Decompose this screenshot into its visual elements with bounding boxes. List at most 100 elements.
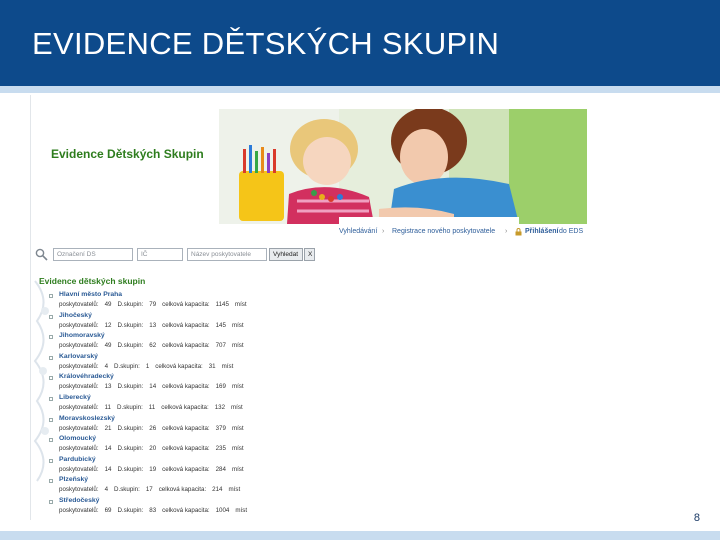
- providers-label: poskytovatelů:: [59, 465, 99, 473]
- nav-separator: ›: [382, 228, 385, 235]
- providers-value: 21: [104, 424, 112, 432]
- expand-icon[interactable]: [49, 479, 53, 484]
- search-button[interactable]: Vyhledat: [269, 248, 303, 261]
- provider-name-input[interactable]: Název poskytovatele: [187, 248, 267, 261]
- nav-search-link[interactable]: Vyhledávání: [339, 228, 377, 235]
- region-list: Hlavní město Praha poskytovatelů: 49 D.skup…: [41, 291, 301, 518]
- capacity-value: 214: [212, 486, 223, 494]
- groups-value: 11: [148, 403, 156, 411]
- expand-icon[interactable]: [49, 335, 53, 340]
- providers-value: 12: [104, 321, 112, 329]
- region-stats: poskytovatelů: 14 D.skupin: 20 celková kapac…: [59, 445, 250, 452]
- list-item: Plzeňský poskytovatelů: 4 D.skupin: 17 celkov…: [41, 476, 301, 497]
- capacity-unit: míst: [231, 321, 244, 329]
- providers-value: 14: [104, 445, 112, 453]
- capacity-label: celková kapacita:: [162, 342, 210, 350]
- capacity-unit: míst: [231, 424, 244, 432]
- list-item: Středočeský poskytovatelů: 69 D.skupin: 83 ce…: [41, 497, 301, 518]
- expand-icon[interactable]: [49, 314, 53, 319]
- providers-value: 13: [104, 383, 112, 391]
- region-name[interactable]: Středočeský: [59, 497, 99, 504]
- groups-label: D.skupin:: [117, 403, 143, 411]
- capacity-value: 145: [215, 321, 226, 329]
- expand-icon[interactable]: [49, 499, 53, 504]
- list-item: Liberecký poskytovatelů: 11 D.skupin: 11 celk…: [41, 394, 301, 415]
- ic-input[interactable]: IČ: [137, 248, 183, 261]
- groups-value: 62: [149, 342, 157, 350]
- region-stats: poskytovatelů: 21 D.skupin: 26 celková kapac…: [59, 425, 250, 432]
- region-name[interactable]: Liberecký: [59, 394, 91, 401]
- expand-icon[interactable]: [49, 417, 53, 422]
- groups-value: 1: [145, 362, 150, 370]
- capacity-value: 235: [215, 445, 226, 453]
- capacity-label: celková kapacita:: [162, 465, 210, 473]
- region-name[interactable]: Královéhradecký: [59, 373, 114, 380]
- banner-photo: [219, 109, 587, 224]
- region-stats: poskytovatelů: 49 D.skupin: 79 celková kapac…: [59, 301, 253, 308]
- list-item: Pardubický poskytovatelů: 14 D.skupin: 19 cel…: [41, 456, 301, 477]
- nav-login-suffix: do EDS: [559, 228, 584, 235]
- capacity-label: celková kapacita:: [155, 362, 203, 370]
- search-row: Označení DS IČ Název poskytovatele Vyhle…: [31, 246, 587, 262]
- providers-value: 14: [104, 465, 112, 473]
- groups-label: D.skupin:: [117, 465, 144, 473]
- region-name[interactable]: Moravskoslezský: [59, 415, 115, 422]
- capacity-unit: míst: [234, 301, 247, 308]
- providers-label: poskytovatelů:: [59, 383, 99, 391]
- capacity-label: celková kapacita:: [162, 321, 210, 329]
- list-item: Hlavní město Praha poskytovatelů: 49 D.skup…: [41, 291, 301, 312]
- capacity-label: celková kapacita:: [162, 445, 210, 453]
- groups-value: 83: [149, 506, 157, 514]
- expand-icon[interactable]: [49, 438, 53, 443]
- website-screenshot: Evidence Dětských Skupin Vyhledávání › R…: [30, 95, 587, 520]
- expand-icon[interactable]: [49, 355, 53, 360]
- capacity-value: 284: [215, 465, 226, 473]
- site-logo-title[interactable]: Evidence Dětských Skupin: [51, 147, 204, 161]
- list-item: Jihočeský poskytovatelů: 12 D.skupin: 13 celk…: [41, 312, 301, 333]
- providers-value: 4: [104, 362, 109, 370]
- capacity-label: celková kapacita:: [161, 403, 209, 411]
- region-name[interactable]: Karlovarský: [59, 353, 98, 360]
- groups-label: D.skupin:: [117, 506, 144, 514]
- capacity-unit: míst: [231, 383, 244, 391]
- list-item: Moravskoslezský poskytovatelů: 21 D.skupin:…: [41, 415, 301, 436]
- region-name[interactable]: Jihočeský: [59, 312, 92, 319]
- nav-separator: ›: [505, 228, 508, 235]
- groups-label: D.skupin:: [117, 321, 144, 329]
- ds-designation-input[interactable]: Označení DS: [53, 248, 133, 261]
- providers-value: 49: [104, 301, 112, 308]
- expand-icon[interactable]: [49, 458, 53, 463]
- capacity-unit: míst: [231, 445, 244, 453]
- search-icon[interactable]: [35, 248, 48, 261]
- region-name[interactable]: Hlavní město Praha: [59, 291, 122, 298]
- providers-label: poskytovatelů:: [59, 362, 99, 370]
- region-name[interactable]: Pardubický: [59, 456, 96, 463]
- capacity-unit: míst: [231, 342, 244, 350]
- region-stats: poskytovatelů: 13 D.skupin: 14 celková kapac…: [59, 383, 250, 390]
- list-item: Královéhradecký poskytovatelů: 13 D.skupin:…: [41, 373, 301, 394]
- expand-icon[interactable]: [49, 396, 53, 401]
- clear-button[interactable]: X: [304, 248, 315, 261]
- nav-login-link[interactable]: Přihlášení: [525, 228, 558, 235]
- capacity-label: celková kapacita:: [162, 301, 210, 308]
- list-item: Olomoucký poskytovatelů: 14 D.skupin: 20 celk…: [41, 435, 301, 456]
- providers-label: poskytovatelů:: [59, 506, 99, 514]
- nav-register-link[interactable]: Registrace nového poskytovatele: [392, 228, 495, 235]
- region-name[interactable]: Jihomoravský: [59, 332, 105, 339]
- groups-label: D.skupin:: [114, 486, 140, 494]
- header-stripe: [0, 86, 720, 93]
- groups-label: D.skupin:: [117, 445, 144, 453]
- region-stats: poskytovatelů: 12 D.skupin: 13 celková kapac…: [59, 322, 250, 329]
- capacity-unit: míst: [228, 486, 241, 494]
- region-stats: poskytovatelů: 11 D.skupin: 11 celková kapac…: [59, 404, 249, 411]
- expand-icon[interactable]: [49, 294, 53, 298]
- expand-icon[interactable]: [49, 376, 53, 381]
- providers-label: poskytovatelů:: [59, 342, 99, 350]
- providers-label: poskytovatelů:: [59, 403, 99, 411]
- groups-value: 20: [149, 445, 157, 453]
- site-banner: Evidence Dětských Skupin: [31, 109, 587, 224]
- page-number: 8: [693, 512, 700, 524]
- capacity-value: 707: [215, 342, 226, 350]
- region-name[interactable]: Olomoucký: [59, 435, 96, 442]
- region-name[interactable]: Plzeňský: [59, 476, 88, 483]
